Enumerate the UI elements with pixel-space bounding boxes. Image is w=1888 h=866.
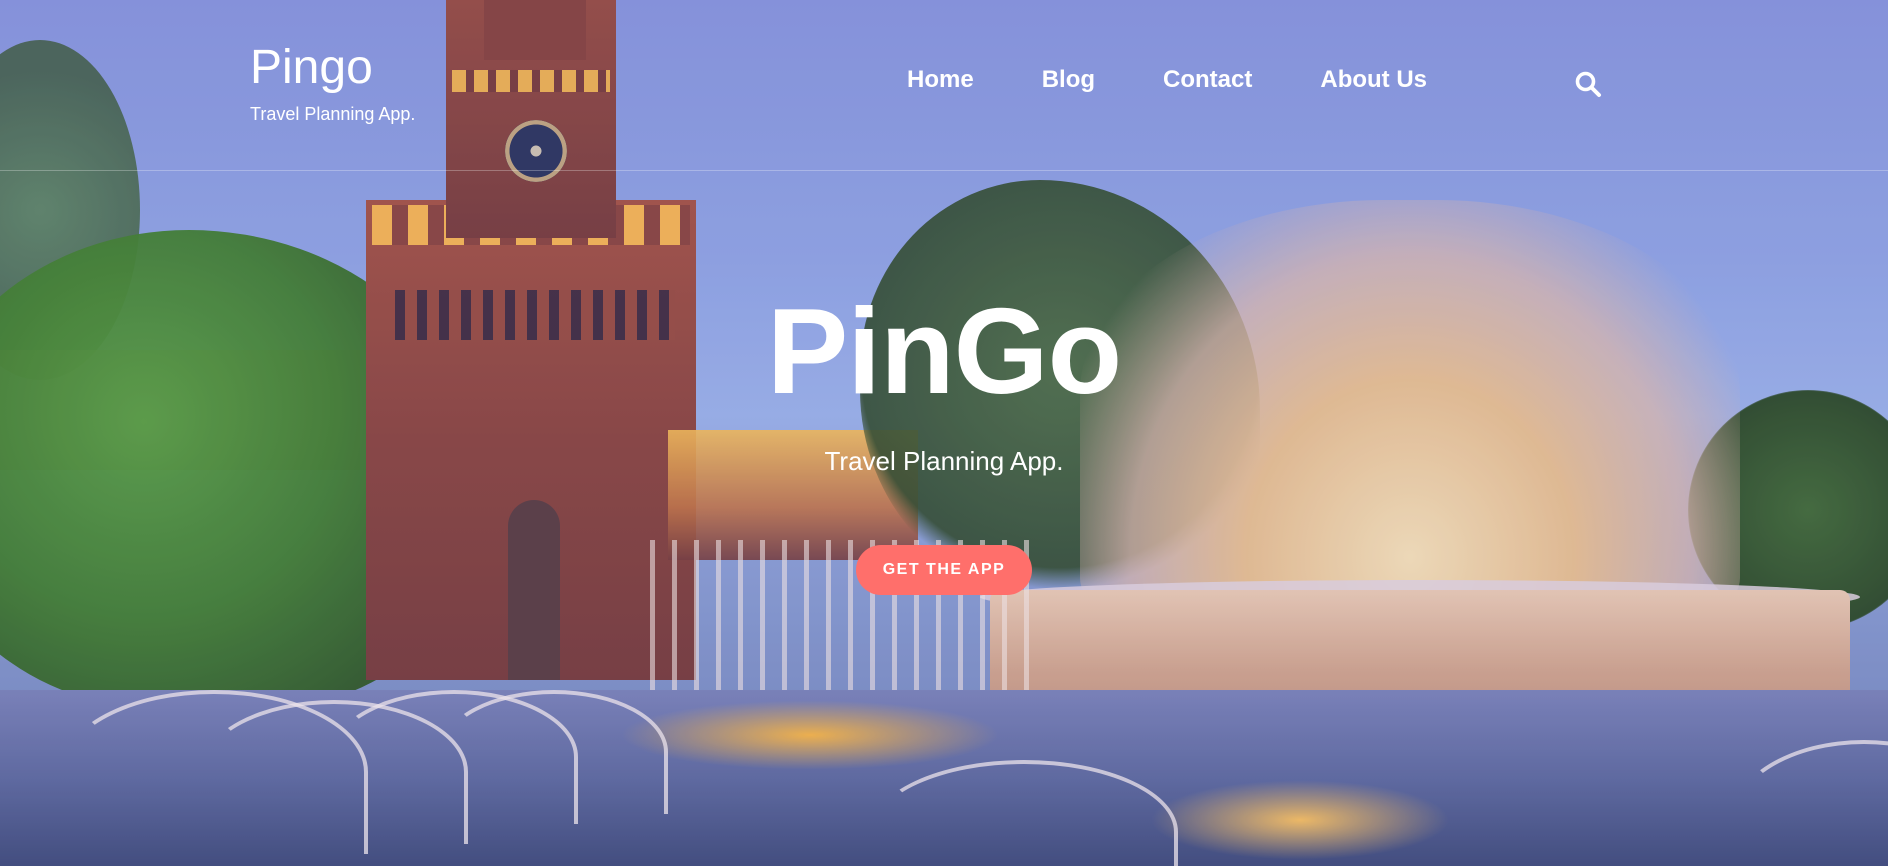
site-header: Pingo Travel Planning App. Home Blog Con… [0,0,1888,171]
brand: Pingo Travel Planning App. [250,40,415,125]
get-the-app-button[interactable]: GET THE APP [856,545,1032,595]
nav-about-us[interactable]: About Us [1320,66,1427,94]
hero-subtitle: Travel Planning App. [824,446,1064,476]
nav-blog[interactable]: Blog [1042,66,1095,94]
main-nav: Home Blog Contact About Us [907,66,1427,94]
search-button[interactable] [1574,70,1602,98]
site-logo-title[interactable]: Pingo [250,40,415,96]
search-icon [1575,71,1601,97]
nav-home[interactable]: Home [907,66,974,94]
site-tagline: Travel Planning App. [250,104,416,124]
nav-contact[interactable]: Contact [1163,66,1252,94]
hero-title: PinGo [766,283,1122,419]
